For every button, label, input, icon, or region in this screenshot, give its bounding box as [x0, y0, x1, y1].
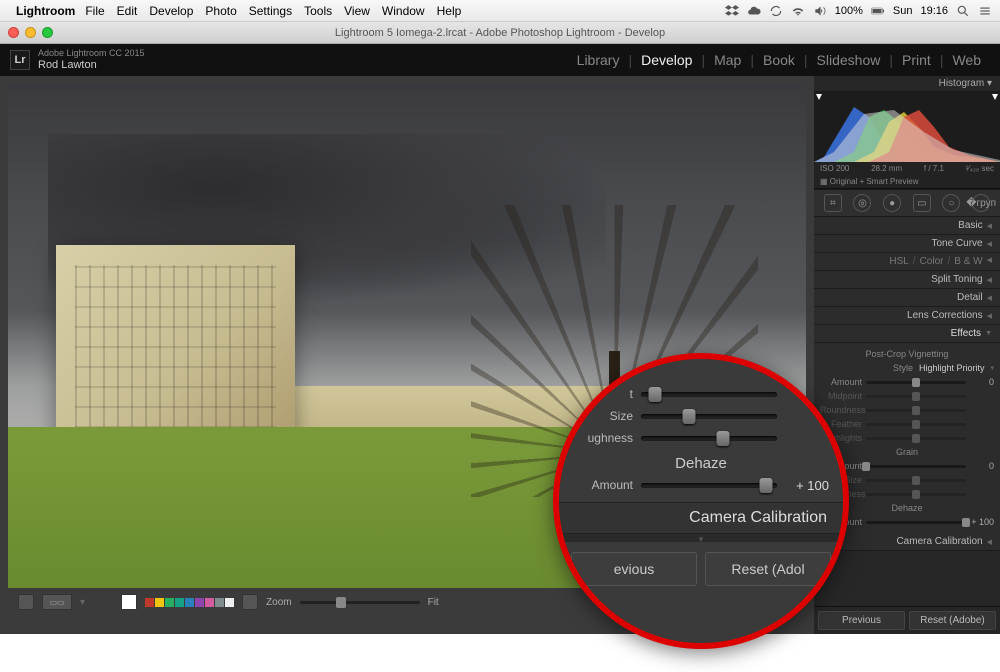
reset-button[interactable]: Reset (Adobe)	[909, 611, 996, 630]
mag-dehaze-slider[interactable]: Amount + 100	[573, 474, 829, 496]
panel-basic[interactable]: Basic◀	[814, 217, 1000, 235]
module-library[interactable]: Library	[568, 52, 629, 68]
redeye-tool[interactable]: ●	[883, 194, 901, 212]
menu-view[interactable]: View	[344, 4, 370, 18]
before-after-button[interactable]: ▭▭	[42, 594, 72, 610]
menu-file[interactable]: File	[85, 4, 104, 18]
vignette-roundness-slider[interactable]: Roundness	[820, 403, 994, 417]
app-menu[interactable]: Lightroom	[16, 4, 75, 18]
histogram-display[interactable]	[814, 92, 1000, 162]
module-print[interactable]: Print	[893, 52, 940, 68]
gradient-tool[interactable]: ▭	[913, 194, 931, 212]
zoom-slider[interactable]	[300, 601, 420, 604]
menu-window[interactable]: Window	[382, 4, 425, 18]
mag-reset-button[interactable]: Reset (Adol	[705, 552, 831, 586]
module-web[interactable]: Web	[943, 52, 990, 68]
mag-slider-size[interactable]: Size	[573, 405, 829, 427]
window-title: Lightroom 5 Iomega-2.lrcat - Adobe Photo…	[335, 27, 665, 39]
grain-title: Grain	[820, 447, 994, 457]
lightroom-logo-icon: Lr	[10, 50, 30, 70]
dropbox-icon[interactable]	[725, 4, 739, 18]
meta-shutter: ¹⁄₄₂₀ sec	[966, 164, 994, 173]
mag-calibration-header[interactable]: Camera Calibration	[559, 502, 843, 534]
spotlight-icon[interactable]	[956, 4, 970, 18]
panel-tonecurve[interactable]: Tone Curve◀	[814, 235, 1000, 253]
menu-extras-icon[interactable]	[978, 4, 992, 18]
lightroom-header: Lr Adobe Lightroom CC 2015 Rod Lawton Li…	[0, 44, 1000, 76]
mag-dehaze-title: Dehaze	[573, 455, 829, 472]
wifi-icon[interactable]	[791, 4, 805, 18]
cloud-icon[interactable]	[747, 4, 761, 18]
module-develop[interactable]: Develop	[632, 52, 701, 68]
menu-help[interactable]: Help	[437, 4, 462, 18]
menu-photo[interactable]: Photo	[205, 4, 236, 18]
zoom-label: Zoom	[266, 597, 292, 608]
mag-slider-amount[interactable]: t	[573, 383, 829, 405]
tool-strip: ⌗ ◎ ● ▭ ○ �груп	[814, 189, 1000, 217]
vignette-amount-slider[interactable]: Amount0	[820, 375, 994, 389]
window-titlebar: Lightroom 5 Iomega-2.lrcat - Adobe Photo…	[0, 22, 1000, 44]
radial-tool[interactable]: ○	[942, 194, 960, 212]
flag-pick-button[interactable]	[121, 594, 137, 610]
panel-lens[interactable]: Lens Corrections◀	[814, 307, 1000, 325]
mag-slider-roughness[interactable]: ughness	[573, 427, 829, 449]
menu-edit[interactable]: Edit	[117, 4, 138, 18]
panel-splittoning[interactable]: Split Toning◀	[814, 271, 1000, 289]
menu-develop[interactable]: Develop	[149, 4, 193, 18]
clock-time: 19:16	[920, 5, 948, 17]
meta-aperture: f / 7.1	[924, 164, 944, 173]
window-minimize-button[interactable]	[25, 27, 36, 38]
vignette-title: Post-Crop Vignetting	[820, 349, 994, 359]
module-picker: Library| Develop| Map| Book| Slideshow| …	[568, 52, 990, 68]
clock-day: Sun	[893, 5, 913, 17]
sync-icon[interactable]	[769, 4, 783, 18]
battery-percent: 100%	[835, 5, 863, 17]
vignette-feather-slider[interactable]: Feather	[820, 417, 994, 431]
menu-settings[interactable]: Settings	[249, 4, 292, 18]
rating-button[interactable]	[242, 594, 258, 610]
spot-tool[interactable]: ◎	[853, 194, 871, 212]
color-label-swatches[interactable]	[145, 598, 234, 607]
panel-hsl[interactable]: HSL/ Color/ B & W◀	[814, 253, 1000, 271]
brush-tool[interactable]: �груп	[972, 194, 990, 212]
module-map[interactable]: Map	[705, 52, 750, 68]
panel-effects[interactable]: Effects▼	[814, 325, 1000, 343]
zoom-callout: t Size ughness Dehaze Amount + 100 Camer…	[553, 353, 849, 649]
vignette-style-select[interactable]: Highlight Priority	[919, 363, 985, 373]
crop-tool[interactable]: ⌗	[824, 194, 842, 212]
meta-iso: ISO 200	[820, 164, 849, 173]
menu-tools[interactable]: Tools	[304, 4, 332, 18]
vignette-highlights-slider[interactable]: Highlights	[820, 431, 994, 445]
window-zoom-button[interactable]	[42, 27, 53, 38]
histogram-preview-status: ▦ Original + Smart Preview	[814, 175, 1000, 189]
volume-icon[interactable]	[813, 4, 827, 18]
module-slideshow[interactable]: Slideshow	[808, 52, 890, 68]
brand-line1: Adobe Lightroom CC 2015	[38, 49, 145, 59]
battery-icon[interactable]	[871, 4, 885, 18]
module-book[interactable]: Book	[754, 52, 804, 68]
macos-menubar: Lightroom File Edit Develop Photo Settin…	[0, 0, 1000, 22]
fit-label[interactable]: Fit	[428, 597, 439, 608]
window-close-button[interactable]	[8, 27, 19, 38]
identity-plate-name: Rod Lawton	[38, 59, 145, 71]
histogram-header[interactable]: Histogram ▾	[814, 76, 1000, 92]
mag-previous-button[interactable]: evious	[571, 552, 697, 586]
loupe-view-button[interactable]	[18, 594, 34, 610]
vignette-midpoint-slider[interactable]: Midpoint	[820, 389, 994, 403]
panel-detail[interactable]: Detail◀	[814, 289, 1000, 307]
meta-focal: 28.2 mm	[871, 164, 902, 173]
histogram-meta: ISO 200 28.2 mm f / 7.1 ¹⁄₄₂₀ sec	[814, 162, 1000, 175]
